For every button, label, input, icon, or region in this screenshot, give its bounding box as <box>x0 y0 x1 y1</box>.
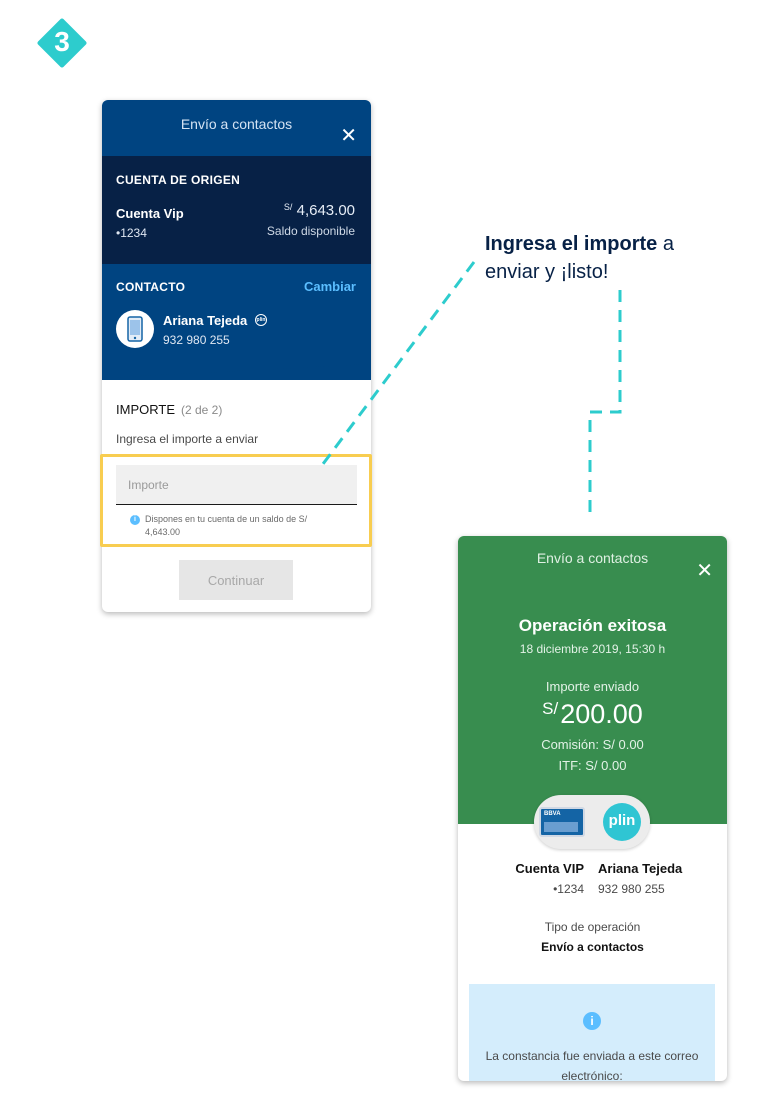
amount-label-text: IMPORTE <box>116 402 175 417</box>
section-divider <box>102 362 371 378</box>
email-notice-text: La constancia fue enviada a este correo … <box>485 1049 699 1081</box>
fee-text: Comisión: S/ 0.00 <box>541 737 644 752</box>
balance-value: 4,643.00 <box>296 202 355 219</box>
contact-name: Ariana Tejeda <box>163 313 248 328</box>
email-notice: i La constancia fue enviada a este corre… <box>469 984 715 1081</box>
currency-symbol: S/ <box>542 699 559 718</box>
success-title: Operación exitosa <box>518 616 667 635</box>
origin-account-section: CUENTA DE ORIGEN Cuenta Vip •1234 S/ 4,6… <box>102 156 371 264</box>
phone-icon <box>127 316 143 342</box>
screen-title: Envío a contactos <box>536 550 649 566</box>
sender-info: Cuenta VIP •1234 <box>498 861 584 896</box>
transfer-pill: BBVA plin <box>534 795 650 849</box>
sender-name: Cuenta VIP <box>515 861 584 876</box>
step-indicator: (2 de 2) <box>181 403 223 417</box>
card-brand: BBVA <box>544 811 561 817</box>
origin-balance: S/ 4,643.00 <box>284 202 355 219</box>
recipient-info: Ariana Tejeda 932 980 255 <box>598 861 718 896</box>
success-header: Envío a contactos ✕ Operación exitosa 18… <box>458 536 727 824</box>
operation-type-value: Envío a contactos <box>541 940 644 954</box>
recipient-phone: 932 980 255 <box>598 882 665 896</box>
operation-date: 18 diciembre 2019, 15:30 h <box>519 642 666 656</box>
currency-symbol: S/ <box>283 202 293 212</box>
contact-phone: 932 980 255 <box>163 333 230 347</box>
origin-account-number: •1234 <box>116 226 147 240</box>
amount-label: IMPORTE (2 de 2) <box>116 402 222 417</box>
screen-header: Envío a contactos ✕ <box>102 100 371 156</box>
plin-icon: plin <box>255 314 267 326</box>
amount-hint: Ingresa el importe a enviar <box>116 432 259 446</box>
operation-type-label: Tipo de operación <box>544 920 641 934</box>
continue-button[interactable]: Continuar <box>179 560 293 600</box>
close-icon[interactable]: ✕ <box>340 126 357 146</box>
balance-label: Saldo disponible <box>266 224 355 238</box>
step-number: 3 <box>54 26 70 57</box>
origin-label: CUENTA DE ORIGEN <box>116 173 241 187</box>
origin-account-name: Cuenta Vip <box>116 206 184 221</box>
sent-amount-value: 200.00 <box>560 699 643 729</box>
recipient-name: Ariana Tejeda <box>598 861 683 876</box>
step-badge: 3 <box>36 17 88 69</box>
change-contact-link[interactable]: Cambiar <box>304 279 356 294</box>
callout-bold: Ingresa el importe <box>485 233 658 255</box>
itf-text: ITF: S/ 0.00 <box>558 758 627 773</box>
card-stripe <box>544 822 578 832</box>
sender-number: •1234 <box>553 882 584 896</box>
success-screen: Envío a contactos ✕ Operación exitosa 18… <box>458 536 727 1081</box>
plin-logo-icon: plin <box>603 803 641 841</box>
sent-amount: S/200.00 <box>458 699 727 730</box>
info-icon: i <box>583 1012 601 1030</box>
contact-label: CONTACTO <box>116 280 186 294</box>
sent-amount-label: Importe enviado <box>545 679 640 694</box>
contact-avatar <box>116 310 154 348</box>
callout-text: Ingresa el importe a enviar y ¡listo! <box>485 230 715 286</box>
amount-highlight-box <box>100 454 372 547</box>
close-icon[interactable]: ✕ <box>696 561 713 581</box>
bank-card-icon: BBVA <box>539 807 585 837</box>
screen-title: Envío a contactos <box>180 116 293 132</box>
